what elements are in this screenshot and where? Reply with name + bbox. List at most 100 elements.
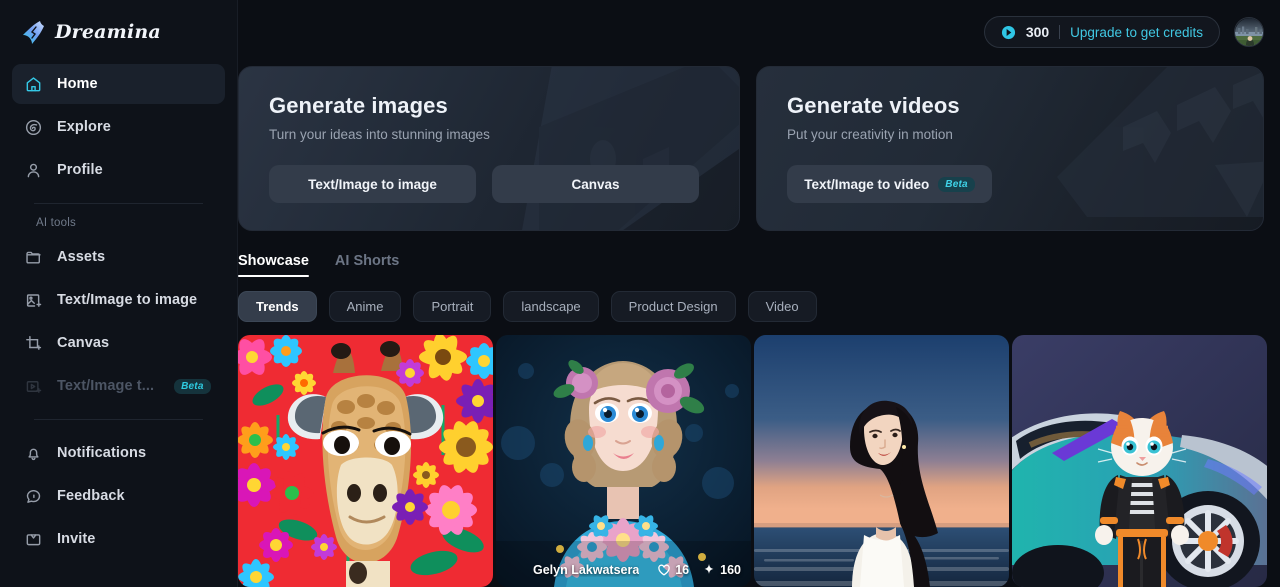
card-meta: Gelyn Lakwatsera 16 160: [496, 553, 751, 587]
sidebar-nav-primary: Home Explore Profile AI tools Assets Tex…: [0, 64, 237, 559]
button-label: Canvas: [571, 176, 620, 192]
sidebar-item-explore[interactable]: Explore: [12, 107, 225, 147]
chip-label: Portrait: [431, 299, 474, 314]
category-filter-chips: Trends Anime Portrait landscape Product …: [238, 291, 1280, 322]
credit-coin-icon: [1001, 25, 1016, 40]
sidebar-item-label: Explore: [57, 119, 111, 135]
card-actions: Text/Image to video Beta: [787, 165, 1263, 203]
sparkle-icon: [702, 563, 716, 577]
sidebar-item-label: Canvas: [57, 335, 110, 351]
chip-product-design[interactable]: Product Design: [610, 291, 736, 322]
sidebar-item-label: Profile: [57, 162, 103, 178]
cat-character-car-image: [1012, 335, 1267, 587]
doll-portrait-image: [496, 335, 751, 587]
chip-landscape[interactable]: landscape: [503, 291, 599, 322]
sidebar-item-label: Invite: [57, 531, 96, 547]
brand-name: Dreamina: [55, 21, 161, 43]
canvas-frame-icon: [24, 334, 43, 353]
sidebar-item-label: Home: [57, 76, 98, 92]
like-count-value: 16: [675, 563, 690, 577]
gallery-card[interactable]: Gelyn Lakwatsera 16 160: [496, 335, 751, 587]
user-avatar[interactable]: [1234, 17, 1264, 47]
sidebar-item-label: Text/Image to image: [57, 292, 198, 308]
chip-label: Trends: [256, 299, 299, 314]
sidebar-item-invite[interactable]: Invite: [12, 519, 225, 559]
sidebar-item-label: Text/Image t...: [57, 378, 155, 394]
showcase-gallery: Gelyn Lakwatsera 16 160: [238, 335, 1280, 587]
brand[interactable]: Dreamina: [0, 0, 237, 64]
showcase-tabs: Showcase AI Shorts: [238, 253, 1280, 277]
sidebar-item-label: Notifications: [57, 445, 147, 461]
image-sparkle-icon: [24, 291, 43, 310]
chip-label: Product Design: [628, 299, 718, 314]
sidebar-item-feedback[interactable]: Feedback: [12, 476, 225, 516]
author-avatar[interactable]: [506, 561, 525, 580]
card-title: Generate images: [269, 93, 448, 118]
bell-icon: [24, 444, 43, 463]
chip-video[interactable]: Video: [747, 291, 817, 322]
gallery-card[interactable]: [1012, 335, 1267, 587]
topbar: 300 Upgrade to get credits: [238, 0, 1280, 64]
text-image-to-video-button[interactable]: Text/Image to video Beta: [787, 165, 993, 203]
sidebar-divider-bottom: [34, 419, 203, 420]
gallery-card[interactable]: [238, 335, 493, 587]
sidebar-item-label: Assets: [57, 249, 106, 265]
sidebar-item-canvas[interactable]: Canvas: [12, 323, 225, 363]
main-content: 300 Upgrade to get credits Generate imag…: [238, 0, 1280, 587]
upgrade-link[interactable]: Upgrade to get credits: [1070, 25, 1203, 40]
chip-portrait[interactable]: Portrait: [413, 291, 492, 322]
gallery-card[interactable]: [754, 335, 1009, 587]
star-count-value: 160: [720, 563, 741, 577]
compass-icon: [24, 118, 43, 137]
giraffe-flowers-image: [238, 335, 493, 587]
canvas-button[interactable]: Canvas: [492, 165, 699, 203]
tab-label: AI Shorts: [334, 253, 400, 269]
sidebar-item-text-image-to-image[interactable]: Text/Image to image: [12, 280, 225, 320]
card-stats: 16 160: [657, 563, 741, 577]
card-subtitle: Put your creativity in motion: [787, 127, 953, 142]
tab-showcase[interactable]: Showcase: [238, 253, 309, 277]
card-subtitle: Turn your ideas into stunning images: [269, 127, 490, 142]
hero-images-decoration: [239, 67, 740, 230]
video-sparkle-icon: [24, 377, 43, 396]
user-icon: [24, 161, 43, 180]
generate-images-card[interactable]: Generate images Turn your ideas into stu…: [238, 66, 741, 231]
app-root: Dreamina Home Explore Profile AI tools A…: [0, 0, 1280, 587]
beach-sunset-portrait-image: [754, 335, 1009, 587]
generate-videos-card[interactable]: Generate videos Put your creativity in m…: [756, 66, 1264, 231]
chip-label: Anime: [346, 299, 384, 314]
chip-label: landscape: [521, 299, 581, 314]
sidebar-group-title: AI tools: [36, 217, 76, 229]
author-name: Gelyn Lakwatsera: [533, 563, 640, 577]
heart-icon: [657, 563, 671, 577]
tab-label: Showcase: [238, 253, 309, 269]
sidebar: Dreamina Home Explore Profile AI tools A…: [0, 0, 238, 587]
tab-ai-shorts[interactable]: AI Shorts: [335, 253, 399, 277]
sidebar-item-profile[interactable]: Profile: [12, 150, 225, 190]
sidebar-item-home[interactable]: Home: [12, 64, 225, 104]
card-actions: Text/Image to image Canvas: [269, 165, 739, 203]
sidebar-item-text-image-to-video[interactable]: Text/Image t... Beta: [12, 366, 225, 406]
folder-icon: [24, 248, 43, 267]
chip-label: Video: [765, 299, 799, 314]
sidebar-item-notifications[interactable]: Notifications: [12, 433, 225, 473]
like-count[interactable]: 16: [657, 563, 689, 577]
chip-trends[interactable]: Trends: [238, 291, 317, 322]
credits-pill[interactable]: 300 Upgrade to get credits: [983, 16, 1220, 48]
star-count[interactable]: 160: [702, 563, 741, 577]
hero-videos-decoration: [757, 67, 1264, 230]
beta-badge: Beta: [174, 378, 211, 394]
credits-amount: 300: [1025, 24, 1050, 40]
text-image-to-image-button[interactable]: Text/Image to image: [269, 165, 476, 203]
card-title: Generate videos: [787, 93, 960, 118]
sidebar-item-label: Feedback: [57, 488, 125, 504]
button-label: Text/Image to image: [308, 176, 437, 192]
credits-divider: [1059, 25, 1061, 39]
beta-badge: Beta: [938, 176, 975, 192]
sidebar-item-assets[interactable]: Assets: [12, 237, 225, 277]
dreamina-star-logo-icon: [20, 19, 46, 45]
hero-cards: Generate images Turn your ideas into stu…: [238, 64, 1280, 231]
sidebar-divider-top: [34, 203, 203, 204]
chip-anime[interactable]: Anime: [328, 291, 402, 322]
home-icon: [24, 75, 43, 94]
